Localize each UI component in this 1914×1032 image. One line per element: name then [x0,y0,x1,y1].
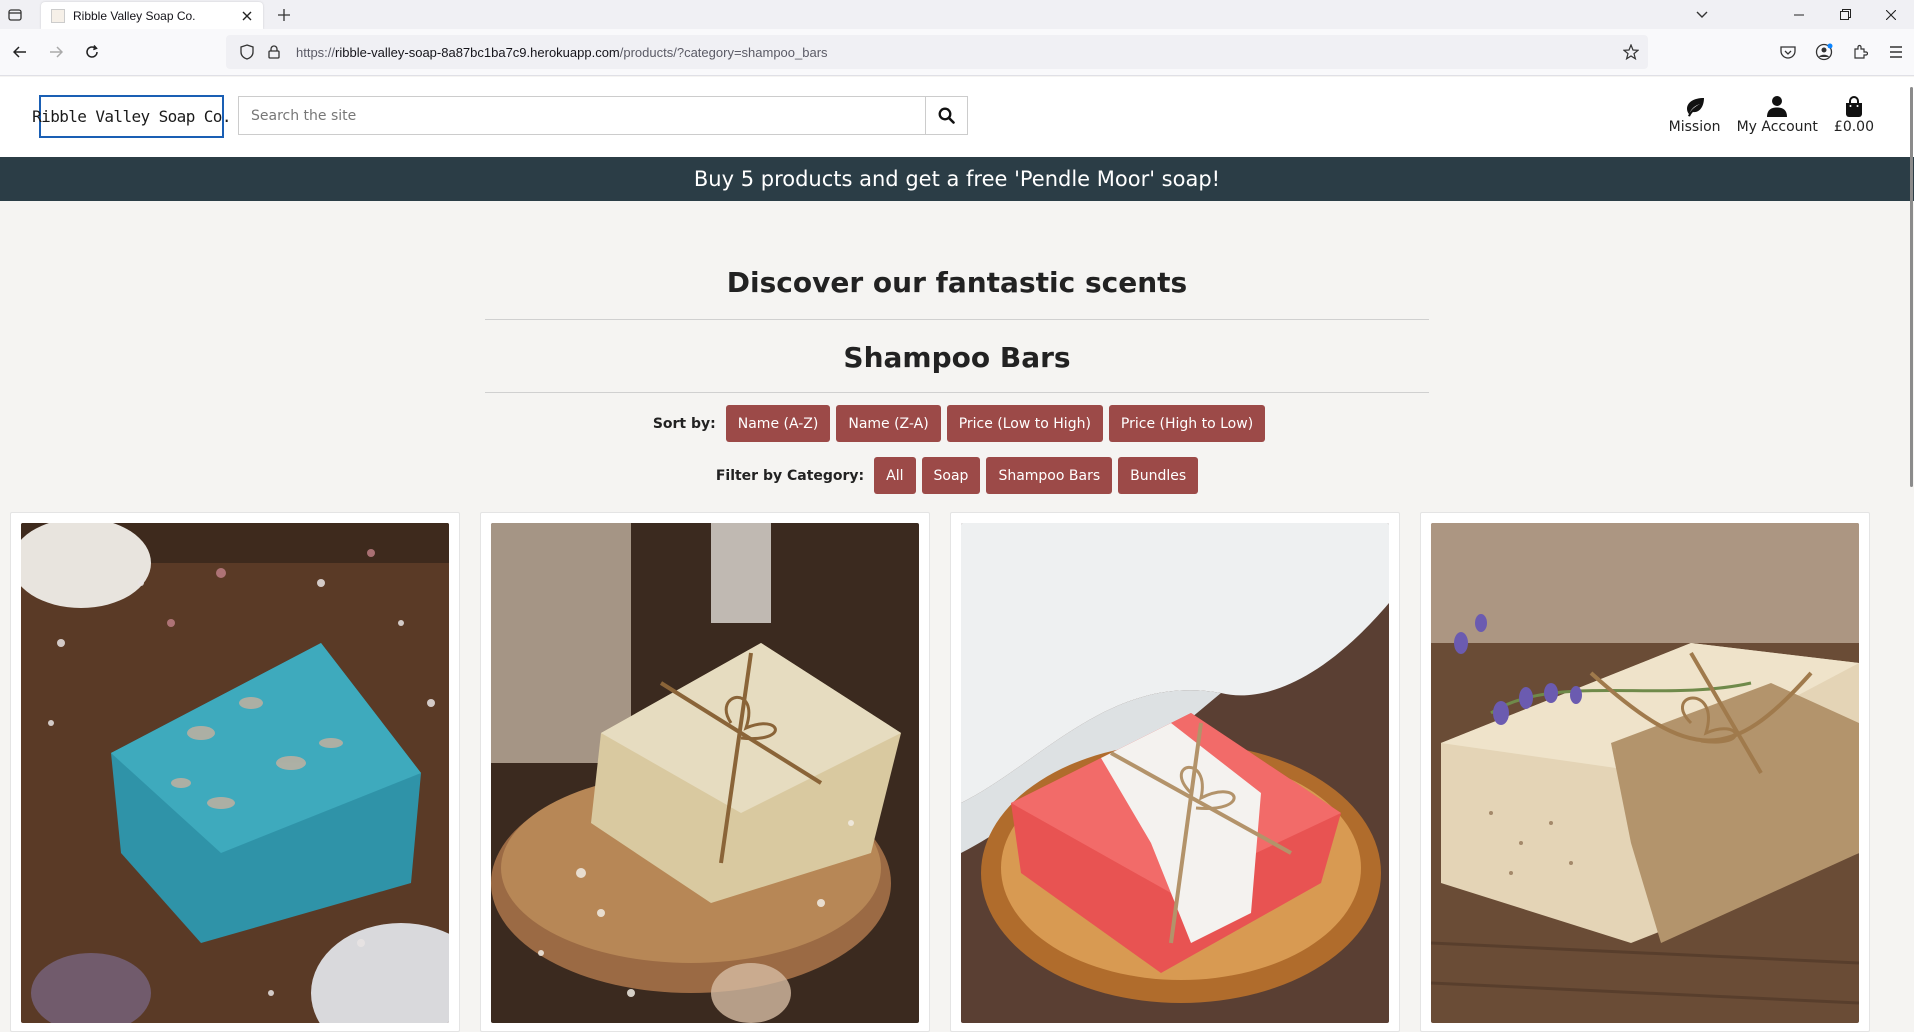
browser-tab-bar: Ribble Valley Soap Co. [0,0,1914,29]
product-image-lavender-soap[interactable] [1431,523,1859,1023]
header-links: Mission My Account £0.00 [1669,93,1874,135]
product-image-red-soap[interactable] [961,523,1389,1023]
site-logo-link[interactable]: Ribble Valley Soap Co. [32,95,231,138]
site-header: Ribble Valley Soap Co. Mission My Accoun… [0,77,1914,157]
account-circle-icon[interactable] [1806,36,1842,68]
product-image-cream-soap[interactable] [491,523,919,1023]
pocket-icon[interactable] [1770,36,1806,68]
shield-icon[interactable] [232,44,262,60]
tab-list-icon[interactable] [0,0,30,29]
sort-price-desc-button[interactable]: Price (High to Low) [1108,405,1266,442]
url-host: ribble-valley-soap-8a87bc1ba7c9.herokuap… [335,44,620,60]
user-icon [1767,93,1788,117]
product-grid [10,512,1870,1032]
address-bar[interactable]: https://ribble-valley-soap-8a87bc1ba7c9.… [226,35,1648,69]
products-main: Discover our fantastic scents Shampoo Ba… [0,201,1914,494]
chevron-down-icon[interactable] [1682,0,1722,29]
favicon-icon [51,8,65,23]
bookmark-star-icon[interactable] [1614,44,1648,60]
sort-controls: Sort by: Name (A-Z) Name (Z-A) Price (Lo… [4,405,1914,442]
lock-icon[interactable] [262,45,286,59]
divider [485,319,1429,320]
browser-tab[interactable]: Ribble Valley Soap Co. [41,2,263,29]
minimize-icon[interactable] [1776,0,1822,29]
close-tab-icon[interactable] [237,6,257,26]
search-input[interactable] [239,97,925,134]
reload-icon[interactable] [74,36,110,68]
filter-bundles-button[interactable]: Bundles [1118,457,1199,494]
search-button[interactable] [925,97,967,134]
new-tab-icon[interactable] [272,4,296,26]
search-icon [938,107,955,124]
shopping-bag-link[interactable]: £0.00 [1834,93,1874,135]
forward-icon[interactable] [38,36,74,68]
category-title: Shampoo Bars [843,341,1071,374]
bag-total: £0.00 [1833,119,1874,135]
product-card[interactable] [1420,512,1870,1032]
product-image-blue-soap[interactable] [21,523,449,1023]
page-heading: Discover our fantastic scents [726,266,1188,299]
shopping-bag-icon [1845,93,1863,117]
sort-label: Sort by: [652,415,716,432]
sort-name-asc-button[interactable]: Name (A-Z) [725,405,831,442]
my-account-label: My Account [1736,119,1818,135]
filter-shampoo-bars-button[interactable]: Shampoo Bars [986,457,1113,494]
page-scrollbar[interactable] [1908,77,1914,1021]
search-form [238,96,968,135]
product-card[interactable] [950,512,1400,1032]
leaf-icon [1684,93,1706,117]
window-controls [1776,0,1914,29]
scrollbar-thumb[interactable] [1910,87,1913,487]
promo-banner: Buy 5 products and get a free 'Pendle Mo… [0,157,1914,201]
filter-soap-button[interactable]: Soap [921,457,981,494]
filter-label: Filter by Category: [715,467,865,484]
back-icon[interactable] [2,36,38,68]
my-account-link[interactable]: My Account [1737,93,1818,135]
filter-controls: Filter by Category: All Soap Shampoo Bar… [0,457,1914,494]
mission-label: Mission [1668,119,1721,135]
restore-icon[interactable] [1822,0,1868,29]
filter-all-button[interactable]: All [874,457,916,494]
browser-toolbar-right [1770,36,1914,68]
url-path: /products/?category=shampoo_bars [619,44,828,60]
sort-name-desc-button[interactable]: Name (Z-A) [836,405,941,442]
divider [485,392,1429,393]
browser-nav-bar: https://ribble-valley-soap-8a87bc1ba7c9.… [0,29,1914,76]
product-card[interactable] [480,512,930,1032]
product-card[interactable] [10,512,460,1032]
menu-icon[interactable] [1878,36,1914,68]
tab-title: Ribble Valley Soap Co. [73,8,196,23]
url-text: https://ribble-valley-soap-8a87bc1ba7c9.… [296,45,1614,60]
url-prefix: https:// [296,44,336,60]
close-window-icon[interactable] [1868,0,1914,29]
mission-link[interactable]: Mission [1669,93,1721,135]
sort-price-asc-button[interactable]: Price (Low to High) [946,405,1103,442]
extensions-icon[interactable] [1842,36,1878,68]
